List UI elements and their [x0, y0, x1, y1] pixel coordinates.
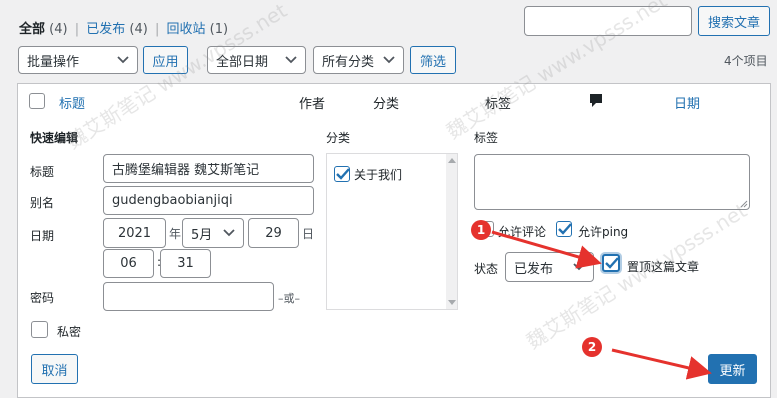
annotation-badge-2: 2 [582, 337, 602, 357]
annotation-arrows [491, 230, 712, 380]
annotation-badge-1: 1 [471, 220, 491, 240]
